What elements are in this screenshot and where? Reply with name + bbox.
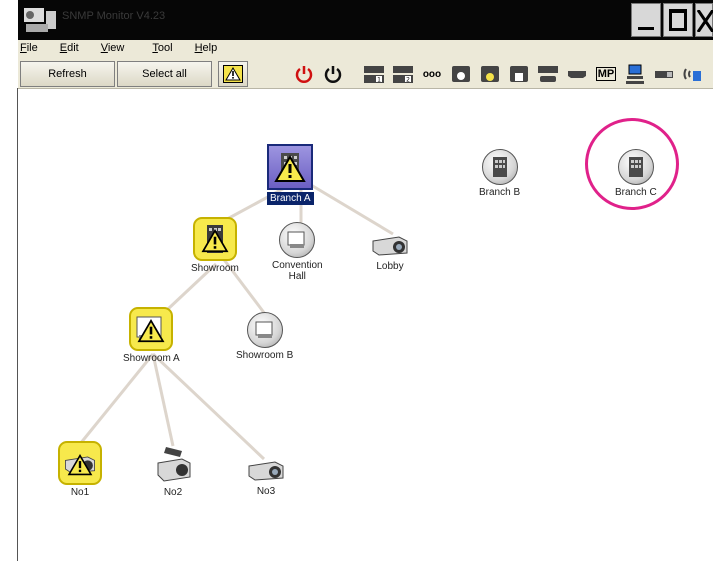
s-video-button[interactable]: [447, 62, 475, 86]
screen-icon: [246, 312, 283, 348]
node-icon-branch-a: [267, 144, 314, 190]
warning-icon: [223, 65, 243, 83]
menu-file[interactable]: File: [20, 40, 38, 58]
node-showroom[interactable]: Showroom: [191, 217, 239, 274]
window-title: SNMP Monitor V4.23: [62, 10, 166, 22]
rgb-input-button[interactable]: ooo: [418, 62, 446, 86]
highlight-circle: [585, 118, 679, 210]
video-icon: [481, 66, 499, 82]
menu-view[interactable]: View: [101, 40, 125, 58]
node-no2[interactable]: No2: [152, 445, 194, 498]
node-label-convention-hall: Convention Hall: [272, 260, 323, 282]
node-branch-b[interactable]: Branch B: [479, 149, 520, 198]
input-1-button[interactable]: 1: [360, 62, 388, 86]
node-label-no3: No3: [256, 486, 276, 497]
node-convention-hall[interactable]: Convention Hall: [272, 222, 323, 282]
close-button[interactable]: [695, 3, 713, 37]
network-map: Branch A Branch B Branch C Showroom Conv…: [18, 89, 713, 561]
projector-icon: [248, 461, 284, 481]
node-showroom-a[interactable]: Showroom A: [123, 307, 180, 364]
mp-input-button[interactable]: MP: [592, 62, 620, 86]
node-label-no2: No2: [163, 487, 183, 498]
select-all-button[interactable]: Select all: [117, 61, 212, 87]
maximize-button[interactable]: [663, 3, 693, 37]
input-1-icon: 1: [364, 66, 384, 84]
vga-input-button[interactable]: [534, 62, 562, 86]
power-off-icon: [324, 66, 342, 83]
vga-icon: [538, 66, 558, 82]
menu-edit[interactable]: Edit: [60, 40, 79, 58]
card-input-button[interactable]: [505, 62, 533, 86]
hdmi-input-button[interactable]: [563, 62, 591, 86]
node-label-showroom: Showroom: [191, 263, 239, 274]
network-input-button[interactable]: [621, 62, 649, 86]
projector-icon: [157, 447, 191, 482]
node-icon-no1: [58, 441, 102, 485]
title-bar: SNMP Monitor V4.23: [18, 0, 713, 40]
toolbar: Refresh Select all 1 2 ooo MP: [18, 58, 713, 89]
node-showroom-b[interactable]: Showroom B: [236, 312, 293, 361]
warning-filter-button[interactable]: [218, 61, 248, 87]
network-icon: [626, 64, 644, 84]
node-no3[interactable]: No3: [245, 454, 287, 497]
projector-icon: [372, 236, 408, 256]
building-icon: [481, 149, 518, 185]
node-branch-a[interactable]: Branch A: [267, 144, 314, 205]
video-input-button[interactable]: [476, 62, 504, 86]
warning-icon: [137, 318, 165, 342]
node-no1[interactable]: No1: [58, 441, 102, 498]
node-label-branch-b: Branch B: [479, 187, 521, 198]
app-icon: [22, 5, 58, 35]
node-label-branch-a: Branch A: [267, 192, 314, 205]
refresh-button[interactable]: Refresh: [20, 61, 115, 87]
node-label-showroom-a: Showroom A: [123, 353, 180, 364]
screen-icon: [279, 222, 316, 258]
warning-icon: [67, 453, 93, 475]
warning-icon: [201, 228, 229, 252]
s-video-icon: [452, 66, 470, 82]
input-2-button[interactable]: 2: [389, 62, 417, 86]
hdmi-icon: [568, 71, 586, 78]
wireless-icon: [683, 68, 701, 81]
menu-tool[interactable]: Tool: [152, 40, 172, 58]
input-2-icon: 2: [393, 66, 413, 84]
power-off-button[interactable]: [319, 62, 347, 86]
node-lobby[interactable]: Lobby: [369, 229, 411, 272]
node-label-showroom-b: Showroom B: [236, 350, 294, 361]
node-label-lobby: Lobby: [376, 261, 404, 272]
wireless-input-button[interactable]: [679, 62, 707, 86]
power-on-button[interactable]: [290, 62, 318, 86]
card-icon: [510, 66, 528, 82]
menu-help[interactable]: Help: [195, 40, 218, 58]
mp-label: MP: [595, 67, 617, 81]
power-on-icon: [295, 66, 313, 83]
svg-text:1: 1: [377, 77, 381, 84]
node-icon-showroom: [192, 217, 237, 261]
usb-input-button[interactable]: [650, 62, 678, 86]
usb-icon: [655, 71, 673, 78]
node-icon-showroom-a: [129, 307, 174, 351]
warning-icon: [274, 154, 307, 182]
svg-text:2: 2: [406, 77, 410, 84]
minimize-button[interactable]: [631, 3, 661, 37]
node-label-no1: No1: [70, 487, 90, 498]
menu-bar: File Edit View Tool Help: [18, 40, 713, 58]
